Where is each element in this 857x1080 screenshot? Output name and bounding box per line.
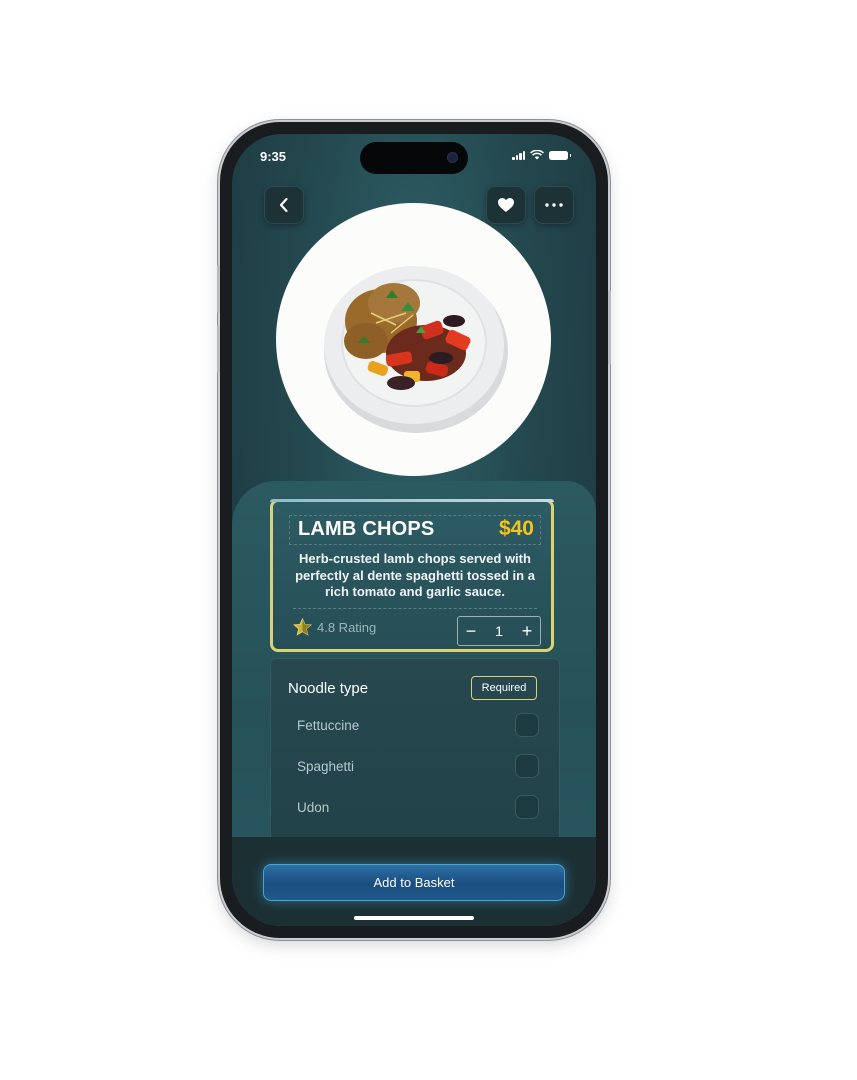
power-button [608, 290, 611, 365]
status-icons [512, 150, 571, 160]
signal-icon [512, 150, 525, 160]
volume-up-button [217, 265, 220, 313]
add-to-basket-button[interactable]: Add to Basket [263, 864, 565, 901]
divider [293, 608, 537, 609]
dish-name: LAMB CHOPS [298, 518, 435, 540]
camera-lens [447, 152, 458, 163]
required-badge: Required [471, 676, 537, 700]
options-title: Noodle type [288, 680, 369, 697]
dynamic-island [360, 142, 468, 174]
app-screen: 9:35 LAMB CHOPS $40 Herb-crusted lamb ch… [232, 134, 596, 926]
dish-price: $40 [498, 517, 534, 540]
status-time: 9:35 [260, 149, 287, 164]
option-label: Spaghetti [297, 759, 355, 774]
home-indicator[interactable] [354, 916, 474, 920]
option-checkbox[interactable] [515, 713, 539, 737]
increase-quantity-button[interactable]: + [514, 617, 540, 645]
wifi-icon [530, 150, 544, 160]
noodle-options-card: Noodle type Required Fettuccine Spaghett… [270, 658, 560, 858]
option-checkbox[interactable] [515, 754, 539, 778]
option-checkbox[interactable] [515, 795, 539, 819]
option-label: Udon [297, 800, 330, 815]
option-row[interactable]: Fettuccine [297, 713, 539, 739]
quantity-stepper[interactable]: − 1 + [457, 616, 541, 646]
dish-image-frame [276, 203, 551, 476]
decrease-quantity-button[interactable]: − [458, 617, 484, 645]
option-row[interactable]: Udon [297, 795, 539, 821]
star-icon [293, 618, 312, 636]
dish-info-card: LAMB CHOPS $40 Herb-crusted lamb chops s… [270, 499, 554, 652]
rating: 4.8 Rating [293, 618, 376, 636]
rating-text: 4.8 Rating [317, 619, 377, 635]
option-row[interactable]: Spaghetti [297, 754, 539, 780]
dish-description: Herb-crusted lamb chops served with perf… [295, 551, 535, 599]
option-label: Fettuccine [297, 718, 360, 733]
quantity-value: 1 [495, 623, 503, 639]
title-row: LAMB CHOPS $40 [289, 515, 541, 545]
dish-photo [324, 266, 508, 433]
battery-icon [549, 150, 571, 160]
volume-down-button [217, 325, 220, 373]
